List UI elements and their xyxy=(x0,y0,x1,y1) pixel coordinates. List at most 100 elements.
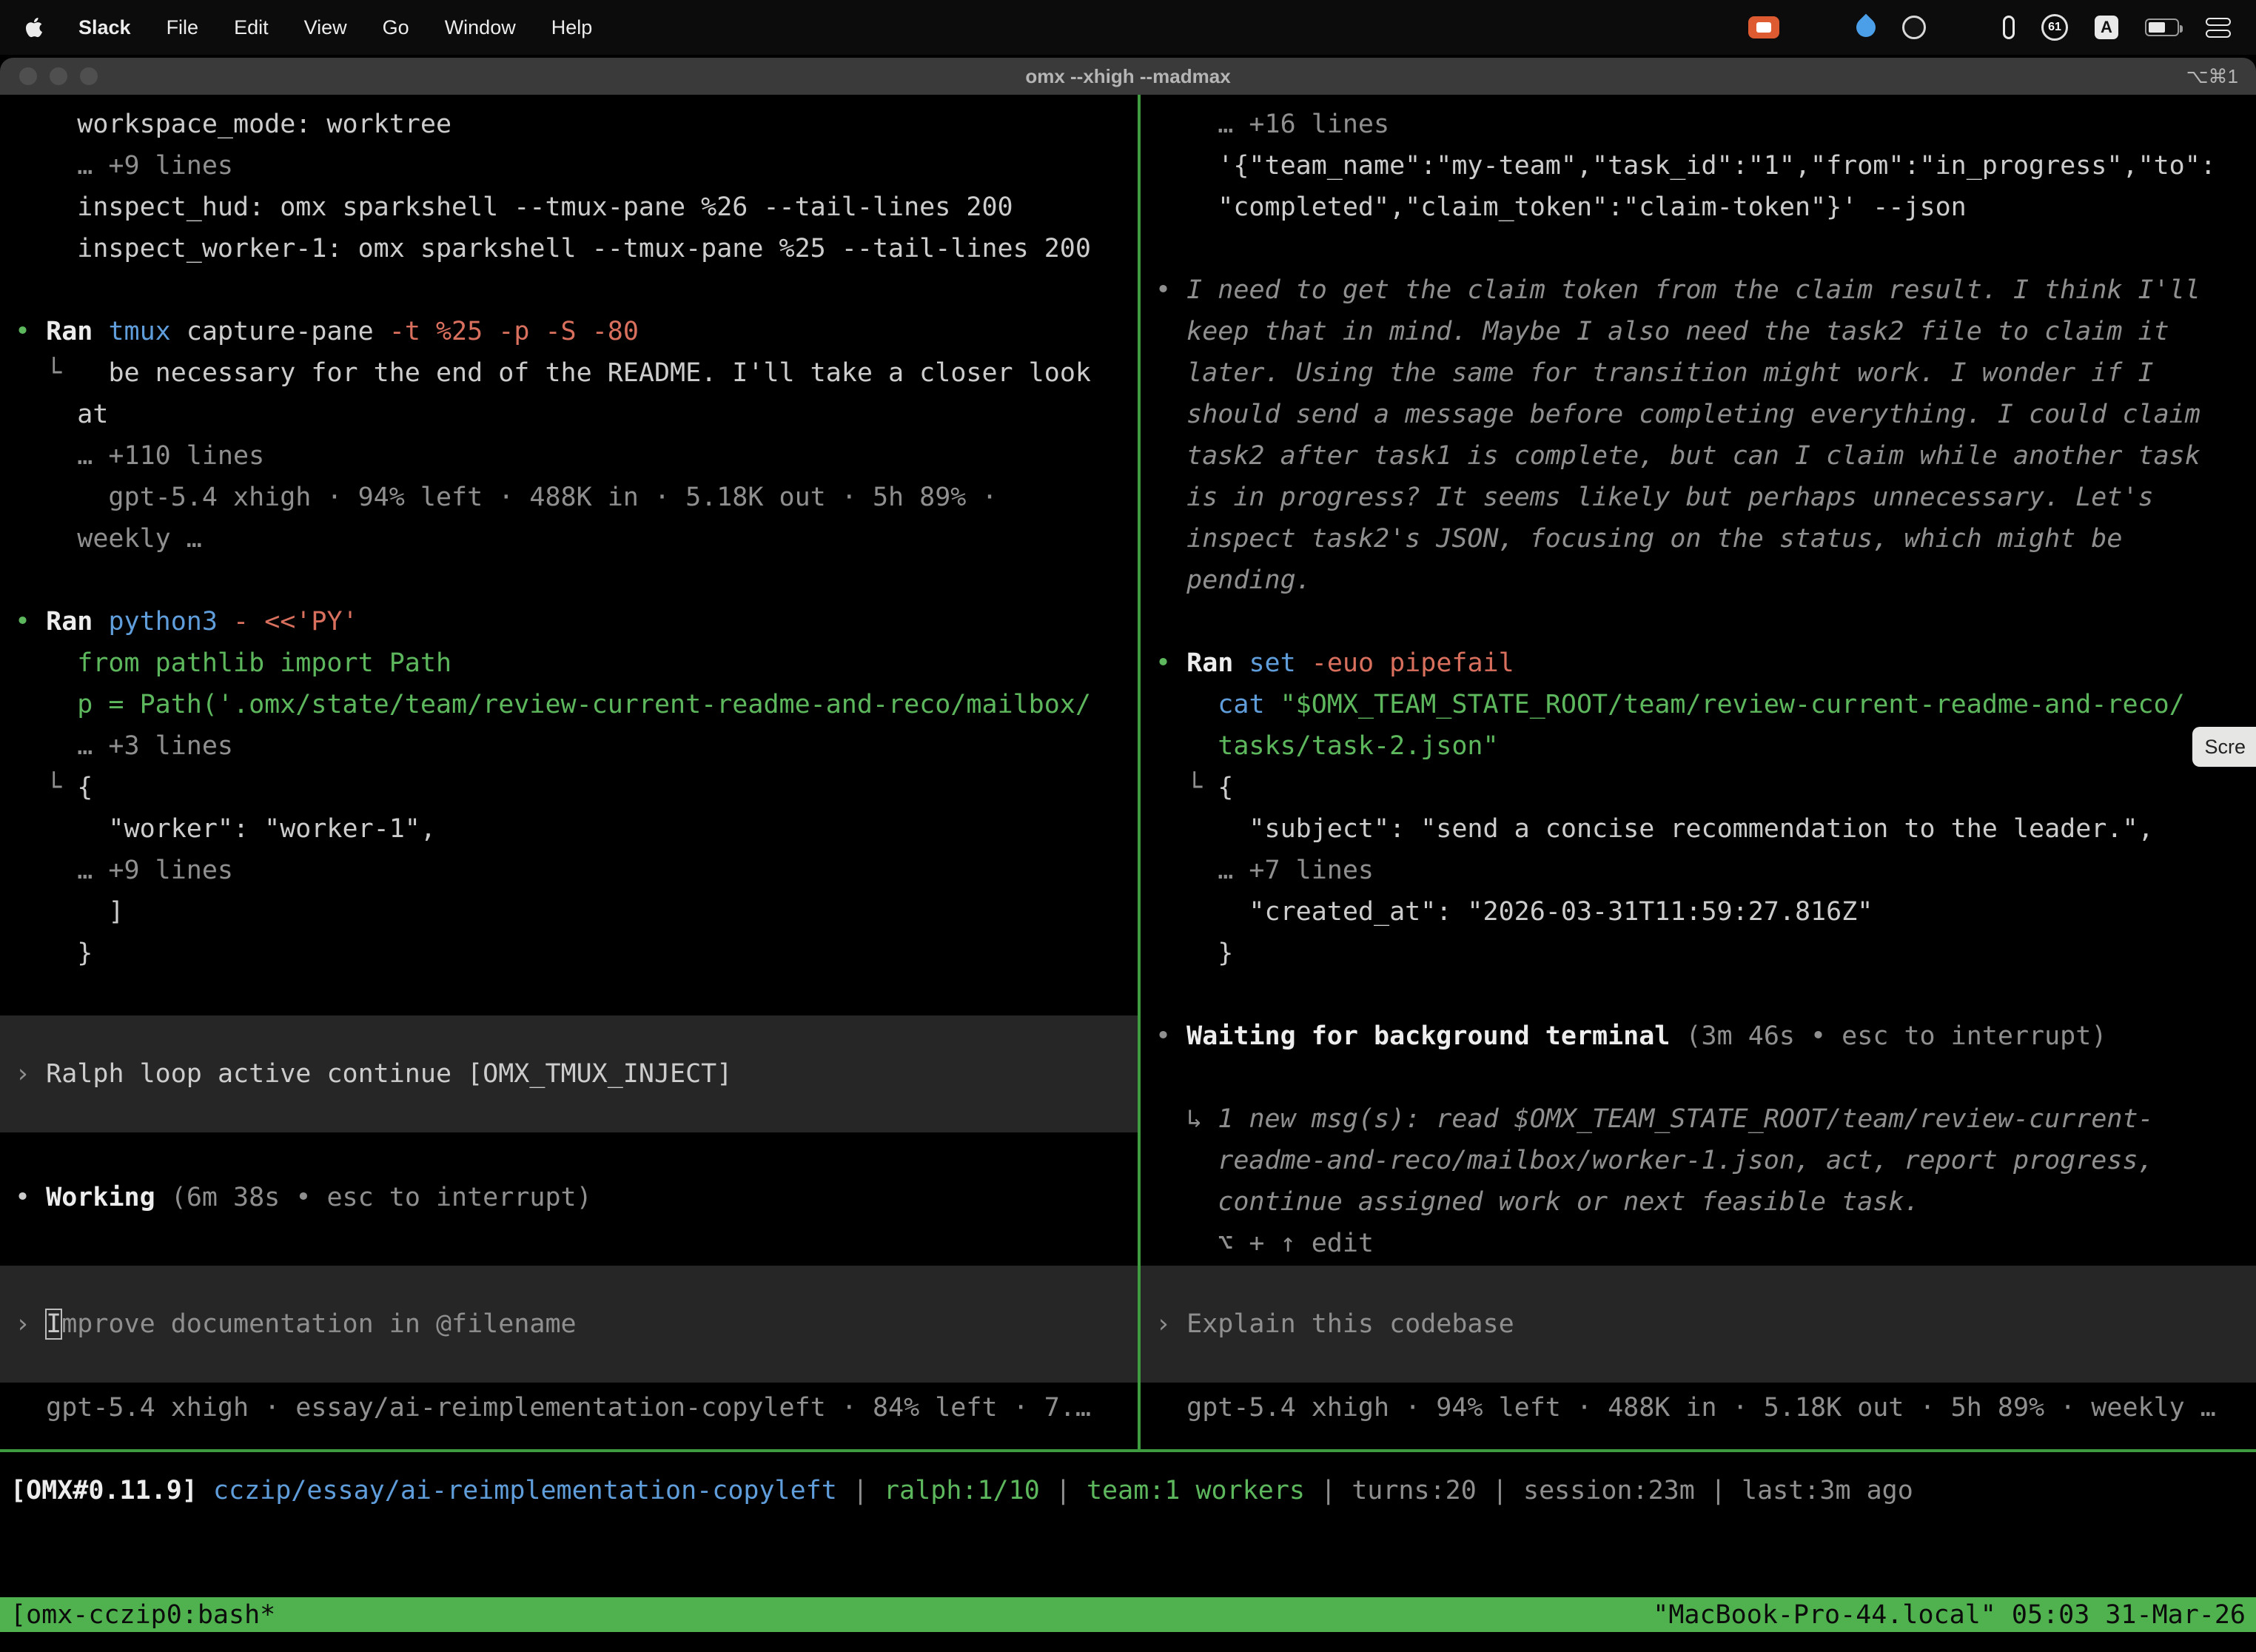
dots-grid-icon[interactable] xyxy=(1953,16,1976,39)
terminal-text-segment: at xyxy=(15,400,108,429)
terminal-line: task2 after task1 is complete, but can I… xyxy=(1141,435,2256,477)
terminal-text-segment: Working xyxy=(46,1183,155,1212)
left-prompt-input[interactable]: › Improve documentation in @filename xyxy=(0,1266,1138,1383)
terminal-text-segment: [OMX#0.11.9] xyxy=(10,1476,198,1505)
terminal-text-segment: -euo pipefail xyxy=(1312,648,1514,678)
app-circle-icon[interactable] xyxy=(1902,16,1926,39)
close-window-button[interactable] xyxy=(19,67,37,85)
right-prompt-input[interactable]: › Explain this codebase xyxy=(1141,1266,2256,1383)
menu-item-go[interactable]: Go xyxy=(383,16,409,39)
terminal-line xyxy=(1141,974,2256,1015)
left-model-status-line: gpt-5.4 xhigh · essay/ai-reimplementatio… xyxy=(0,1387,1138,1428)
tmux-pane-left[interactable]: workspace_mode: worktree … +9 lines insp… xyxy=(0,95,1138,1449)
terminal-text-segment: capture-pane xyxy=(171,317,389,346)
terminal-text-segment: inspect_worker-1: omx sparkshell --tmux-… xyxy=(15,234,1091,263)
terminal-line: gpt-5.4 xhigh · 94% left · 488K in · 5.1… xyxy=(1141,1387,2256,1428)
terminal-text-segment: "completed","claim_token":"claim-token"}… xyxy=(1155,192,1967,222)
terminal-line: p = Path('.omx/state/team/review-current… xyxy=(0,684,1138,725)
terminal-line: readme-and-reco/mailbox/worker-1.json, a… xyxy=(1141,1140,2256,1181)
terminal-text-segment: › xyxy=(15,1059,46,1089)
terminal-text-segment: • xyxy=(15,1183,46,1212)
terminal-text-segment: Ran xyxy=(46,317,93,346)
menu-item-view[interactable]: View xyxy=(304,16,347,39)
terminal-text-segment: readme-and-reco/mailbox/worker-1.json, a… xyxy=(1155,1146,2154,1175)
terminal-text-segment: I need to get the claim token from the c… xyxy=(1186,275,2200,305)
terminal-text-segment: gpt-5.4 xhigh · 94% left · 488K in · 5.1… xyxy=(1155,1393,2216,1423)
terminal-text-segment: └ xyxy=(15,773,77,802)
terminal-text-segment: • xyxy=(1155,275,1186,305)
terminal-line: … +7 lines xyxy=(1141,850,2256,891)
terminal-text-segment: "created_at": "2026-03-31T11:59:27.816Z" xyxy=(1155,897,1873,927)
terminal-line: tasks/task-2.json" xyxy=(1141,725,2256,767)
menu-bar-left: Slack File Edit View Go Window Help xyxy=(25,16,592,39)
terminal-line: … +9 lines xyxy=(0,145,1138,187)
zoom-window-button[interactable] xyxy=(80,67,98,85)
menu-app-name[interactable]: Slack xyxy=(78,16,131,39)
terminal-line: inspect_hud: omx sparkshell --tmux-pane … xyxy=(0,187,1138,228)
terminal-line: } xyxy=(0,933,1138,974)
terminal-text-segment: tmux xyxy=(108,317,170,346)
menu-item-help[interactable]: Help xyxy=(551,16,593,39)
tmux-pane-right[interactable]: … +16 lines '{"team_name":"my-team","tas… xyxy=(1141,95,2256,1449)
terminal-line: … +9 lines xyxy=(0,850,1138,891)
battery-gauge-icon[interactable]: 61 xyxy=(2041,14,2068,41)
terminal-line: continue assigned work or next feasible … xyxy=(1141,1181,2256,1223)
terminal-text-segment: later. Using the same for transition mig… xyxy=(1155,358,2154,388)
terminal-text-segment: … +7 lines xyxy=(1155,856,1374,885)
terminal-text-segment: ⌥ + ↑ edit xyxy=(1155,1229,1374,1258)
terminal-line: [OMX#0.11.9] cczip/essay/ai-reimplementa… xyxy=(0,1470,2256,1511)
screen-record-icon[interactable] xyxy=(1748,16,1779,38)
terminal-text-segment: Ran xyxy=(1186,648,1233,678)
terminal-line: › Improve documentation in @filename xyxy=(0,1303,1138,1345)
terminal-text-segment: be necessary for the end of the README. … xyxy=(108,358,1091,388)
window-grid-icon[interactable] xyxy=(1806,16,1830,39)
window-title-bar[interactable]: omx --xhigh --madmax ⌥⌘1 xyxy=(0,58,2256,95)
terminal-text-segment: keep that in mind. Maybe I also need the… xyxy=(1155,317,2169,346)
terminal-text-segment: ] xyxy=(15,897,124,927)
terminal-text-segment xyxy=(93,317,108,346)
tmux-panes: workspace_mode: worktree … +9 lines insp… xyxy=(0,95,2256,1449)
terminal-text-segment: "worker": "worker-1", xyxy=(15,814,436,844)
terminal-text-segment xyxy=(218,607,233,637)
menu-item-file[interactable]: File xyxy=(167,16,199,39)
tmux-pane-bottom: [OMX#0.11.9] cczip/essay/ai-reimplementa… xyxy=(0,1452,2256,1597)
left-inject-banner: › Ralph loop active continue [OMX_TMUX_I… xyxy=(0,1015,1138,1132)
terminal-text-segment: set xyxy=(1249,648,1295,678)
terminal-text-segment: continue assigned work or next feasible … xyxy=(1155,1187,1920,1217)
terminal-text-segment: cat xyxy=(1218,690,1264,719)
menu-item-edit[interactable]: Edit xyxy=(234,16,269,39)
tmux-session-label[interactable]: [omx-cczip0:bash* xyxy=(10,1600,275,1630)
terminal-text-segment: Waiting for background terminal xyxy=(1186,1021,1670,1051)
apple-menu-icon[interactable] xyxy=(25,16,43,38)
terminal-text-segment: › Explain this codebase xyxy=(1155,1309,1514,1339)
terminal-line: cat "$OMX_TEAM_STATE_ROOT/team/review-cu… xyxy=(1141,684,2256,725)
terminal-text-segment: … +3 lines xyxy=(15,731,233,761)
menu-item-window[interactable]: Window xyxy=(445,16,516,39)
input-source-icon[interactable]: A xyxy=(2095,16,2118,39)
terminal-text-segment: } xyxy=(1155,939,1233,968)
terminal-text-segment: task2 after task1 is complete, but can I… xyxy=(1155,441,2200,471)
terminal-text-segment: "subject": "send a concise recommendatio… xyxy=(1155,814,2154,844)
battery-icon[interactable] xyxy=(2145,19,2179,36)
minimize-window-button[interactable] xyxy=(50,67,67,85)
control-center-icon[interactable] xyxy=(2206,18,2231,38)
terminal-line: '{"team_name":"my-team","task_id":"1","f… xyxy=(1141,145,2256,187)
menu-items: File Edit View Go Window Help xyxy=(167,16,593,39)
terminal-text-segment: Ran xyxy=(46,607,93,637)
terminal-line: from pathlib import Path xyxy=(0,642,1138,684)
terminal-text-segment: workspace_mode: worktree xyxy=(15,110,451,139)
terminal-line: inspect_worker-1: omx sparkshell --tmux-… xyxy=(0,228,1138,269)
terminal-line: └ be necessary for the end of the README… xyxy=(0,352,1138,394)
pill-icon[interactable] xyxy=(2003,16,2015,39)
terminal-text-segment: … +16 lines xyxy=(1155,110,1389,139)
right-model-status-line: gpt-5.4 xhigh · 94% left · 488K in · 5.1… xyxy=(1141,1387,2256,1428)
water-drop-icon[interactable] xyxy=(1853,14,1880,41)
tmux-status-bar: [omx-cczip0:bash* "MacBook-Pro-44.local"… xyxy=(0,1597,2256,1632)
terminal-line: … +3 lines xyxy=(0,725,1138,767)
terminal-text-segment: • xyxy=(15,317,46,346)
terminal-text-segment: from pathlib import Path xyxy=(15,648,451,678)
right-scrollback: … +16 lines '{"team_name":"my-team","tas… xyxy=(1141,95,2256,1264)
terminal-text-segment: python3 xyxy=(108,607,218,637)
terminal-text-segment: '{"team_name":"my-team","task_id":"1","f… xyxy=(1155,151,2216,181)
terminal-line: └ { xyxy=(1141,767,2256,808)
